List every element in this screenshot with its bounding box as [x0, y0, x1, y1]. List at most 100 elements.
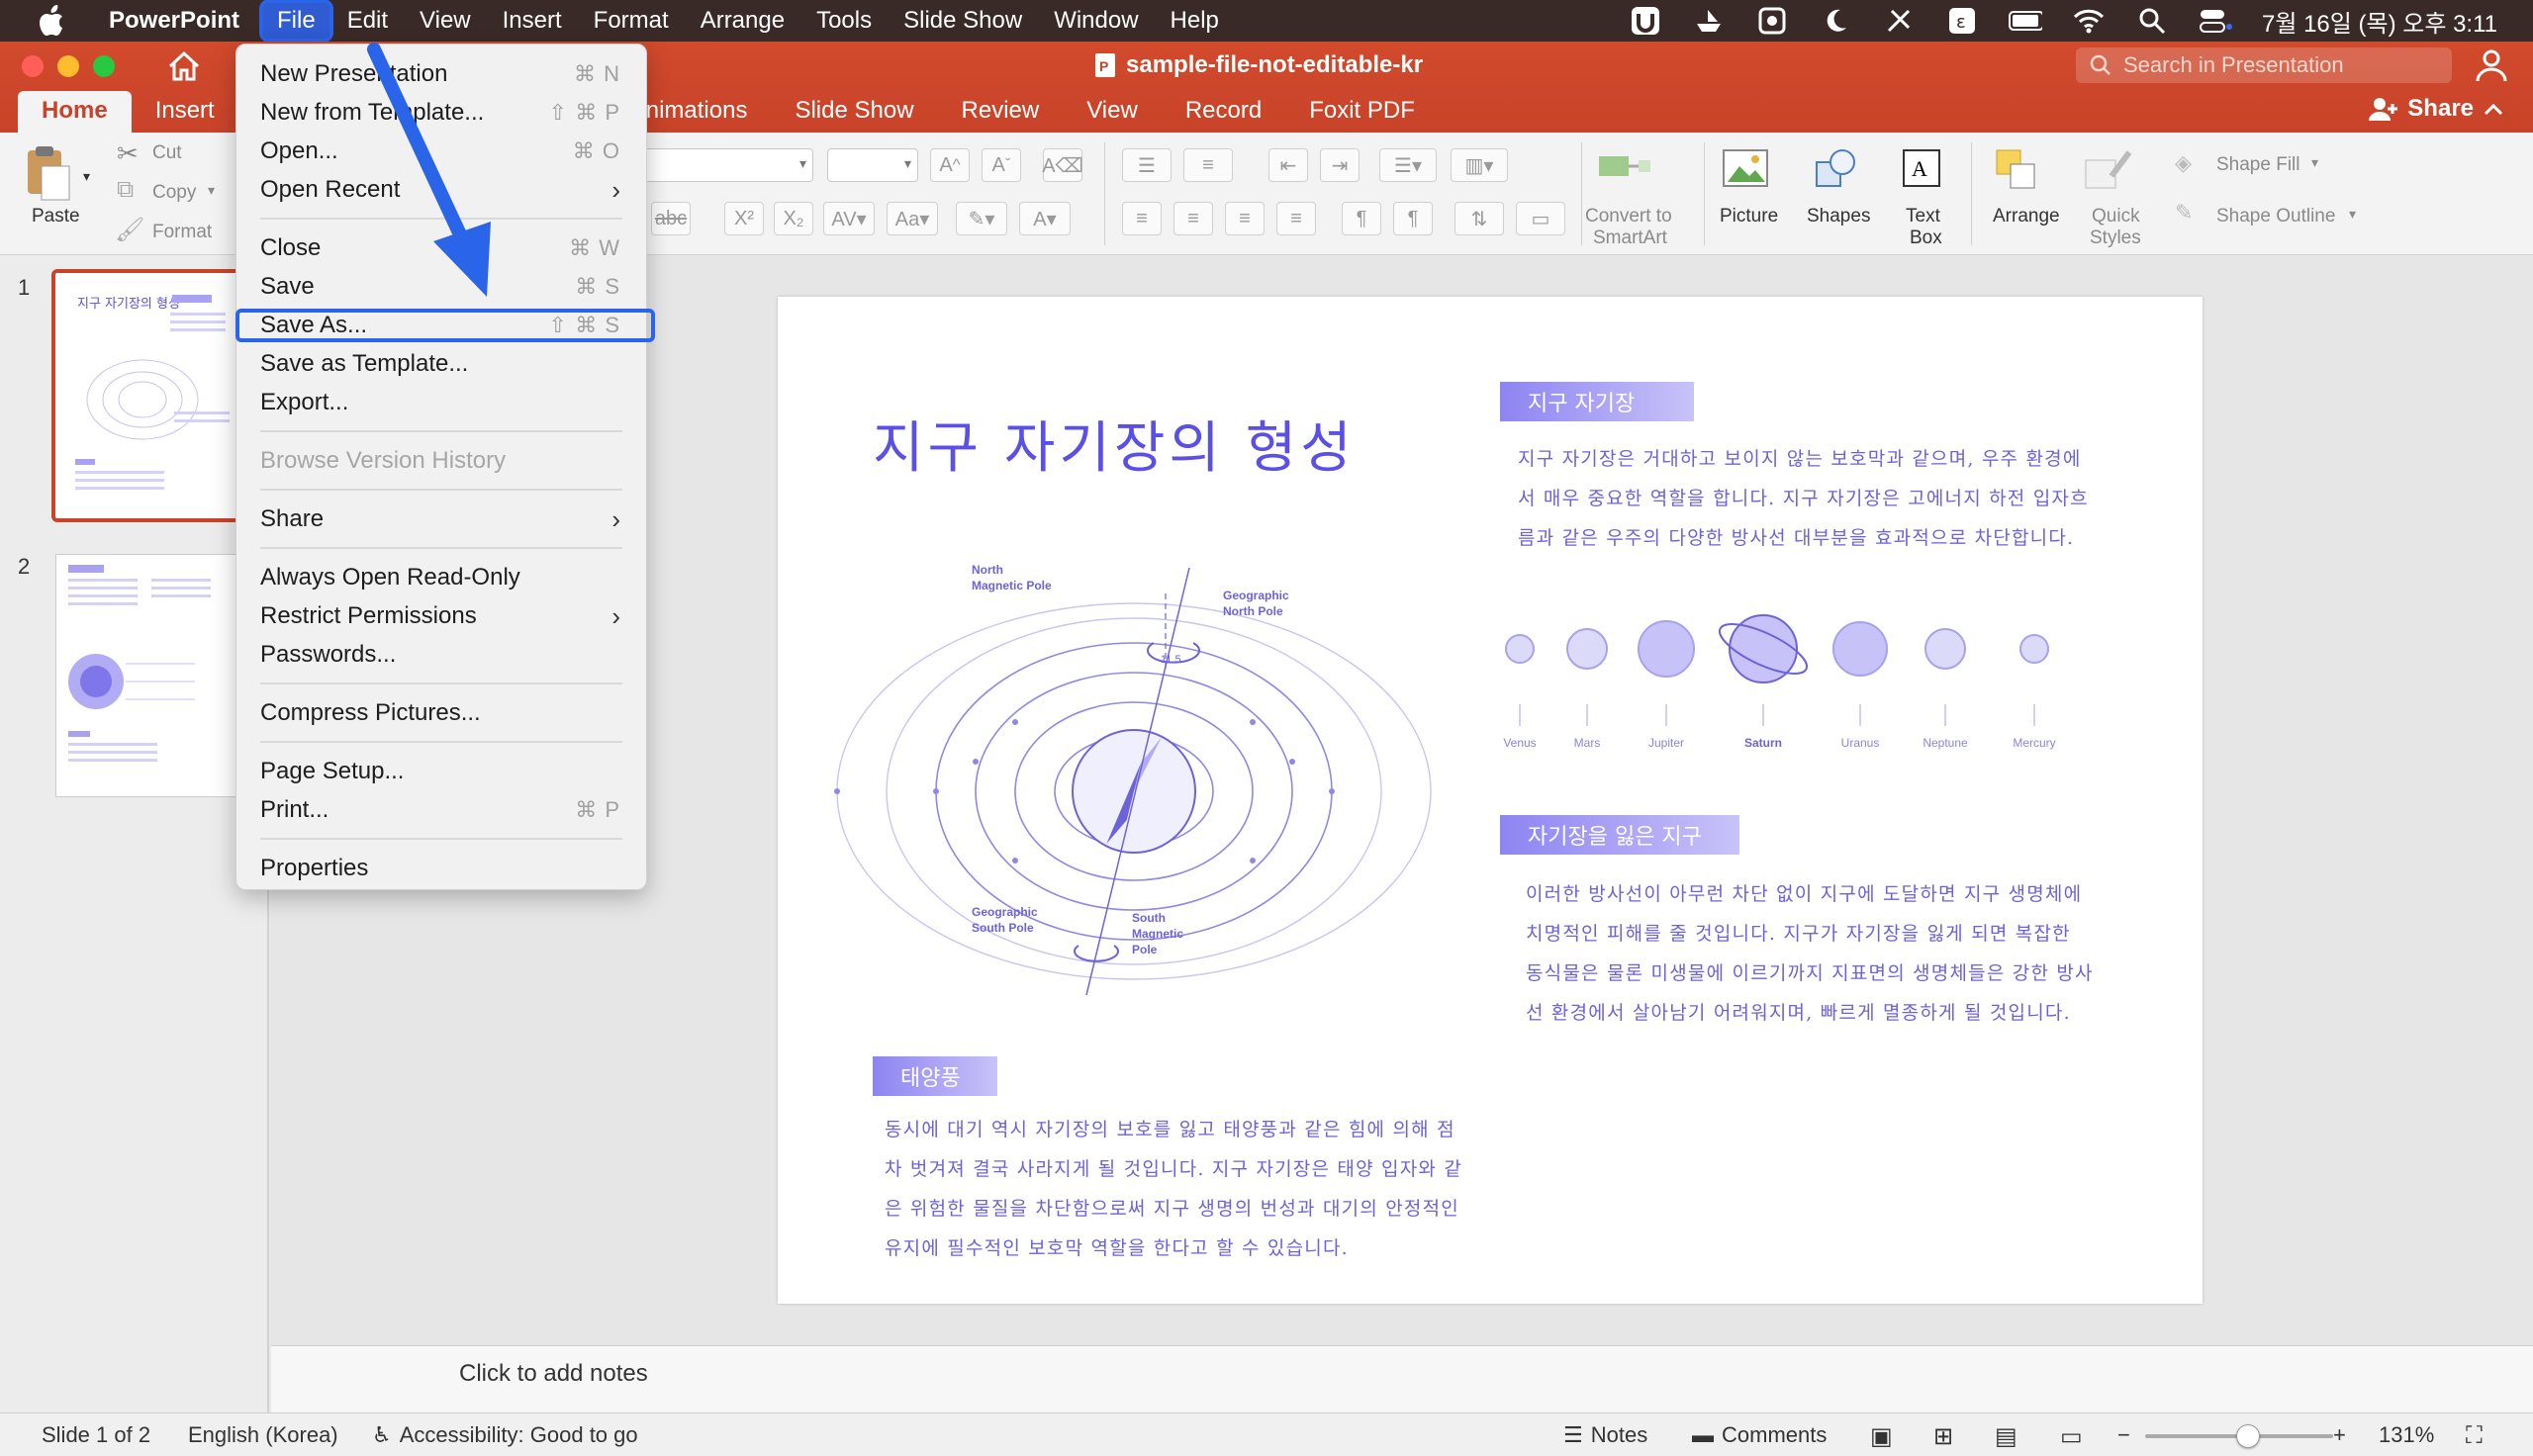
- tab-record[interactable]: Record: [1162, 91, 1285, 133]
- justify-button[interactable]: ≡: [1276, 202, 1316, 235]
- strikethrough-button[interactable]: abc: [651, 202, 691, 235]
- tab-insert[interactable]: Insert: [132, 91, 238, 133]
- format-painter-button[interactable]: Format: [152, 222, 212, 243]
- menu-properties[interactable]: Properties: [260, 851, 620, 886]
- paste-icon[interactable]: [22, 142, 71, 207]
- smartart-label[interactable]: SmartArt: [1593, 228, 1667, 249]
- highlight-color-button[interactable]: ✎▾: [956, 202, 1007, 235]
- shape-fill-dropdown-icon[interactable]: ▾: [2311, 154, 2318, 171]
- menu-open-recent[interactable]: Open Recent ›: [260, 172, 620, 208]
- ltr-button[interactable]: ¶: [1342, 202, 1381, 235]
- slide-show-view-icon[interactable]: ▭: [2060, 1422, 2083, 1451]
- align-center-button[interactable]: ≡: [1173, 202, 1213, 235]
- arrange-button[interactable]: Arrange: [1993, 206, 2060, 228]
- close-window-button[interactable]: [22, 55, 44, 77]
- decrease-indent-button[interactable]: ⇤: [1268, 148, 1308, 182]
- search-in-presentation-input[interactable]: Search in Presentation: [2076, 47, 2452, 83]
- convert-smartart-icon[interactable]: [1595, 150, 1652, 195]
- menubar-file[interactable]: File: [259, 0, 333, 43]
- collapse-ribbon-icon[interactable]: [2484, 102, 2503, 116]
- tab-home[interactable]: Home: [18, 91, 132, 133]
- zoom-slider[interactable]: [2145, 1424, 2333, 1448]
- tab-foxit-pdf[interactable]: Foxit PDF: [1285, 91, 1439, 133]
- arrange-icon[interactable]: [1993, 146, 2042, 197]
- section3-text[interactable]: 동시에 대기 역시 자기장의 보호를 잃고 태양풍과 같은 힘에 의해 점 차 …: [885, 1110, 1518, 1268]
- quick-styles-icon[interactable]: [2082, 146, 2133, 197]
- reading-view-icon[interactable]: ▤: [1995, 1422, 2017, 1451]
- menu-close[interactable]: Close ⌘ W: [260, 230, 620, 266]
- increase-indent-button[interactable]: ⇥: [1320, 148, 1360, 182]
- slide-1[interactable]: 지구 자기장의 형성 지구 자기장 지구 자기장은 거대하고 보이지 않는 보호…: [778, 297, 2203, 1304]
- accessibility-checker[interactable]: ♿ Accessibility: Good to go: [372, 1422, 638, 1448]
- slide-sorter-icon[interactable]: ⊞: [1933, 1422, 1953, 1451]
- menubar-insert[interactable]: Insert: [489, 3, 576, 39]
- text-label[interactable]: Text: [1906, 206, 1940, 228]
- shape-outline-icon[interactable]: ✎: [2175, 200, 2193, 226]
- superscript-button[interactable]: X²: [724, 202, 764, 235]
- align-text-button[interactable]: ▭: [1516, 202, 1565, 235]
- numbering-button[interactable]: ≡: [1183, 148, 1233, 182]
- magnetic-field-diagram[interactable]: 11.5 North Magnetic Pole Geographic Nort…: [817, 554, 1451, 1009]
- paste-label[interactable]: Paste: [32, 206, 80, 228]
- section3-label[interactable]: 태양풍: [873, 1056, 997, 1096]
- zoom-window-button[interactable]: [93, 55, 115, 77]
- menubar-edit[interactable]: Edit: [333, 3, 402, 39]
- tab-slide-show[interactable]: Slide Show: [771, 91, 937, 133]
- subscript-button[interactable]: X₂: [774, 202, 813, 235]
- paste-dropdown-icon[interactable]: ▾: [83, 168, 90, 185]
- menu-open[interactable]: Open... ⌘ O: [260, 134, 620, 169]
- menubar-slide-show[interactable]: Slide Show: [890, 3, 1036, 39]
- section2-label[interactable]: 자기장을 잃은 지구: [1500, 815, 1739, 855]
- align-left-button[interactable]: ≡: [1122, 202, 1162, 235]
- bullets-button[interactable]: ☰: [1122, 148, 1172, 182]
- shape-fill-icon[interactable]: ◈: [2175, 150, 2192, 176]
- convert-label[interactable]: Convert to: [1585, 206, 1672, 228]
- account-icon[interactable]: [2474, 47, 2509, 83]
- copy-button[interactable]: Copy: [152, 182, 196, 204]
- status-menu-icon[interactable]: [1755, 6, 1789, 36]
- menu-page-setup[interactable]: Page Setup...: [260, 754, 620, 789]
- zoom-slider-thumb[interactable]: [2236, 1424, 2260, 1448]
- character-spacing-button[interactable]: AV▾: [823, 202, 875, 235]
- zoom-in-icon[interactable]: +: [2333, 1422, 2346, 1448]
- copy-icon[interactable]: ⧉: [117, 176, 134, 204]
- rtl-button[interactable]: ¶: [1393, 202, 1433, 235]
- format-painter-icon[interactable]: 🖌: [115, 216, 144, 244]
- home-icon[interactable]: [166, 49, 202, 83]
- picture-button[interactable]: Picture: [1720, 206, 1778, 228]
- cut-button[interactable]: Cut: [152, 142, 182, 164]
- language-indicator[interactable]: English (Korea): [188, 1422, 338, 1448]
- menu-print[interactable]: Print... ⌘ P: [260, 792, 620, 828]
- tab-view[interactable]: View: [1063, 91, 1162, 133]
- picture-icon[interactable]: [1722, 146, 1771, 195]
- zoom-out-icon[interactable]: −: [2117, 1422, 2130, 1448]
- menubar-format[interactable]: Format: [580, 3, 683, 39]
- status-app-icon[interactable]: [1629, 6, 1662, 36]
- minimize-window-button[interactable]: [57, 55, 79, 77]
- menu-always-open-read-only[interactable]: Always Open Read-Only: [260, 560, 620, 595]
- apple-icon[interactable]: [36, 5, 71, 37]
- text-box-icon[interactable]: A: [1900, 146, 1943, 197]
- comments-toggle[interactable]: ▬ Comments: [1692, 1422, 1827, 1448]
- styles-label[interactable]: Styles: [2090, 228, 2141, 249]
- menubar-help[interactable]: Help: [1157, 3, 1233, 39]
- zoom-level[interactable]: 131%: [2379, 1422, 2434, 1448]
- quick-label[interactable]: Quick: [2092, 206, 2140, 228]
- normal-view-icon[interactable]: ▣: [1870, 1422, 1893, 1451]
- share-button[interactable]: Share: [2368, 95, 2503, 123]
- shape-outline-dropdown-icon[interactable]: ▾: [2349, 206, 2356, 223]
- menu-export[interactable]: Export...: [260, 385, 620, 420]
- section2-text[interactable]: 이러한 방사선이 아무런 차단 없이 지구에 도달하면 지구 생명체에 치명적인…: [1526, 874, 2159, 1033]
- shapes-button[interactable]: Shapes: [1807, 206, 1870, 228]
- align-right-button[interactable]: ≡: [1225, 202, 1265, 235]
- status-tools-icon[interactable]: [1882, 6, 1916, 36]
- line-spacing-button[interactable]: ☰▾: [1379, 148, 1437, 182]
- menu-new-from-template[interactable]: New from Template... ⇧ ⌘ P: [260, 95, 620, 131]
- wifi-icon[interactable]: [2072, 6, 2106, 36]
- menu-restrict-permissions[interactable]: Restrict Permissions ›: [260, 598, 620, 634]
- menubar-arrange[interactable]: Arrange: [687, 3, 798, 39]
- menu-share[interactable]: Share ›: [260, 501, 620, 537]
- shapes-icon[interactable]: [1811, 146, 1862, 197]
- status-moon-icon[interactable]: [1819, 6, 1852, 36]
- menu-save[interactable]: Save ⌘ S: [260, 269, 620, 305]
